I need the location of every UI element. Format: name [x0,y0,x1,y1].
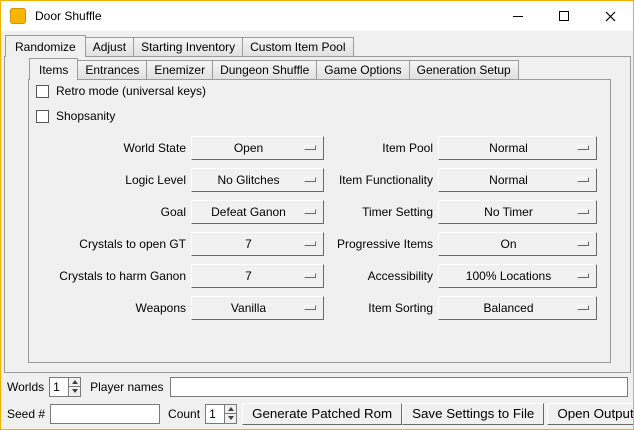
tab-entrances[interactable]: Entrances [77,60,147,79]
tab-generation-setup[interactable]: Generation Setup [409,60,519,79]
retro-mode-checkbox[interactable] [36,85,49,98]
weapons-label: Weapons [31,296,186,320]
progressive-items-label: Progressive Items [273,232,433,256]
inner-tab-strip: Items Entrances Enemizer Dungeon Shuffle… [29,58,519,80]
dropdown-indicator-icon [577,273,589,278]
spin-down-icon [72,389,78,393]
worlds-stepper-up[interactable] [69,378,80,387]
tab-adjust[interactable]: Adjust [85,37,134,56]
worlds-stepper-down[interactable] [69,386,80,396]
tab-dungeon-shuffle[interactable]: Dungeon Shuffle [212,60,317,79]
timer-setting-value: No Timer [484,205,533,219]
spin-up-icon [228,407,234,411]
dropdown-indicator-icon [577,177,589,182]
worlds-input[interactable] [50,378,68,396]
count-stepper-down[interactable] [225,413,236,423]
generate-patched-rom-button[interactable]: Generate Patched Rom [242,403,402,425]
spin-down-icon [228,416,234,420]
close-icon [605,11,616,22]
save-settings-button[interactable]: Save Settings to File [402,403,544,425]
logic-level-label: Logic Level [31,168,186,192]
player-names-input[interactable] [170,377,629,397]
worlds-stepper-arrows [68,378,80,396]
seed-row: Seed # Count Generate Patched Rom Save S… [7,402,628,425]
worlds-label: Worlds [7,380,44,394]
item-functionality-value: Normal [489,173,528,187]
app-icon [10,8,26,24]
dropdown-indicator-icon [577,145,589,150]
item-pool-label: Item Pool [273,136,433,160]
maximize-button[interactable] [541,1,587,31]
crystals-harm-ganon-value: 7 [245,269,252,283]
timer-setting-label: Timer Setting [273,200,433,224]
world-state-label: World State [31,136,186,160]
progressive-items-dropdown[interactable]: On [438,232,597,256]
dropdown-indicator-icon [577,209,589,214]
accessibility-value: 100% Locations [466,269,551,283]
accessibility-dropdown[interactable]: 100% Locations [438,264,597,288]
seed-input[interactable] [50,404,160,424]
window-controls [495,1,633,31]
tab-enemizer[interactable]: Enemizer [146,60,213,79]
seed-label: Seed # [7,407,45,421]
tab-game-options[interactable]: Game Options [316,60,409,79]
tab-custom-item-pool[interactable]: Custom Item Pool [242,37,353,56]
count-stepper-up[interactable] [225,405,236,414]
item-pool-dropdown[interactable]: Normal [438,136,597,160]
window-title: Door Shuffle [35,9,102,23]
tab-randomize[interactable]: Randomize [5,35,86,57]
tab-label: Starting Inventory [141,40,235,54]
door-shuffle-window: Door Shuffle Randomize Adjust Starting I… [0,0,634,430]
minimize-icon [513,16,523,17]
titlebar: Door Shuffle [1,1,633,31]
dropdown-indicator-icon [577,241,589,246]
timer-setting-dropdown[interactable]: No Timer [438,200,597,224]
spin-up-icon [72,380,78,384]
worlds-row: Worlds Player names [7,376,628,397]
count-stepper[interactable] [205,404,237,424]
item-functionality-label: Item Functionality [273,168,433,192]
retro-mode-checkbox-row[interactable]: Retro mode (universal keys) [36,83,206,99]
tab-label: Randomize [15,40,76,54]
item-sorting-dropdown[interactable]: Balanced [438,296,597,320]
item-sorting-value: Balanced [483,301,533,315]
maximize-icon [559,11,569,21]
shopsanity-label: Shopsanity [56,109,115,123]
accessibility-label: Accessibility [273,264,433,288]
tab-label: Adjust [93,40,126,54]
tab-label: Custom Item Pool [250,40,345,54]
open-output-directory-button[interactable]: Open Output Directory [547,403,634,425]
shopsanity-checkbox[interactable] [36,110,49,123]
tab-label: Enemizer [154,63,205,77]
tab-label: Items [39,63,68,77]
dropdown-indicator-icon [577,305,589,310]
count-input[interactable] [206,405,224,423]
item-functionality-dropdown[interactable]: Normal [438,168,597,192]
worlds-stepper[interactable] [49,377,81,397]
retro-mode-label: Retro mode (universal keys) [56,84,206,98]
item-sorting-label: Item Sorting [273,296,433,320]
count-stepper-arrows [224,405,236,423]
crystals-open-gt-label: Crystals to open GT [31,232,186,256]
outer-tab-strip: Randomize Adjust Starting Inventory Cust… [5,35,354,57]
crystals-open-gt-value: 7 [245,237,252,251]
goal-label: Goal [31,200,186,224]
tab-starting-inventory[interactable]: Starting Inventory [133,37,243,56]
player-names-label: Player names [90,380,163,394]
crystals-harm-ganon-label: Crystals to harm Ganon [31,264,186,288]
world-state-value: Open [234,141,263,155]
tab-label: Dungeon Shuffle [220,63,309,77]
tab-label: Game Options [324,63,401,77]
minimize-button[interactable] [495,1,541,31]
tab-label: Generation Setup [417,63,511,77]
item-pool-value: Normal [489,141,528,155]
tab-items[interactable]: Items [29,58,78,80]
tab-label: Entrances [85,63,139,77]
progressive-items-value: On [500,237,516,251]
shopsanity-checkbox-row[interactable]: Shopsanity [36,108,115,124]
weapons-value: Vanilla [231,301,266,315]
logic-level-value: No Glitches [217,173,279,187]
count-label: Count [168,407,200,421]
close-button[interactable] [587,1,633,31]
